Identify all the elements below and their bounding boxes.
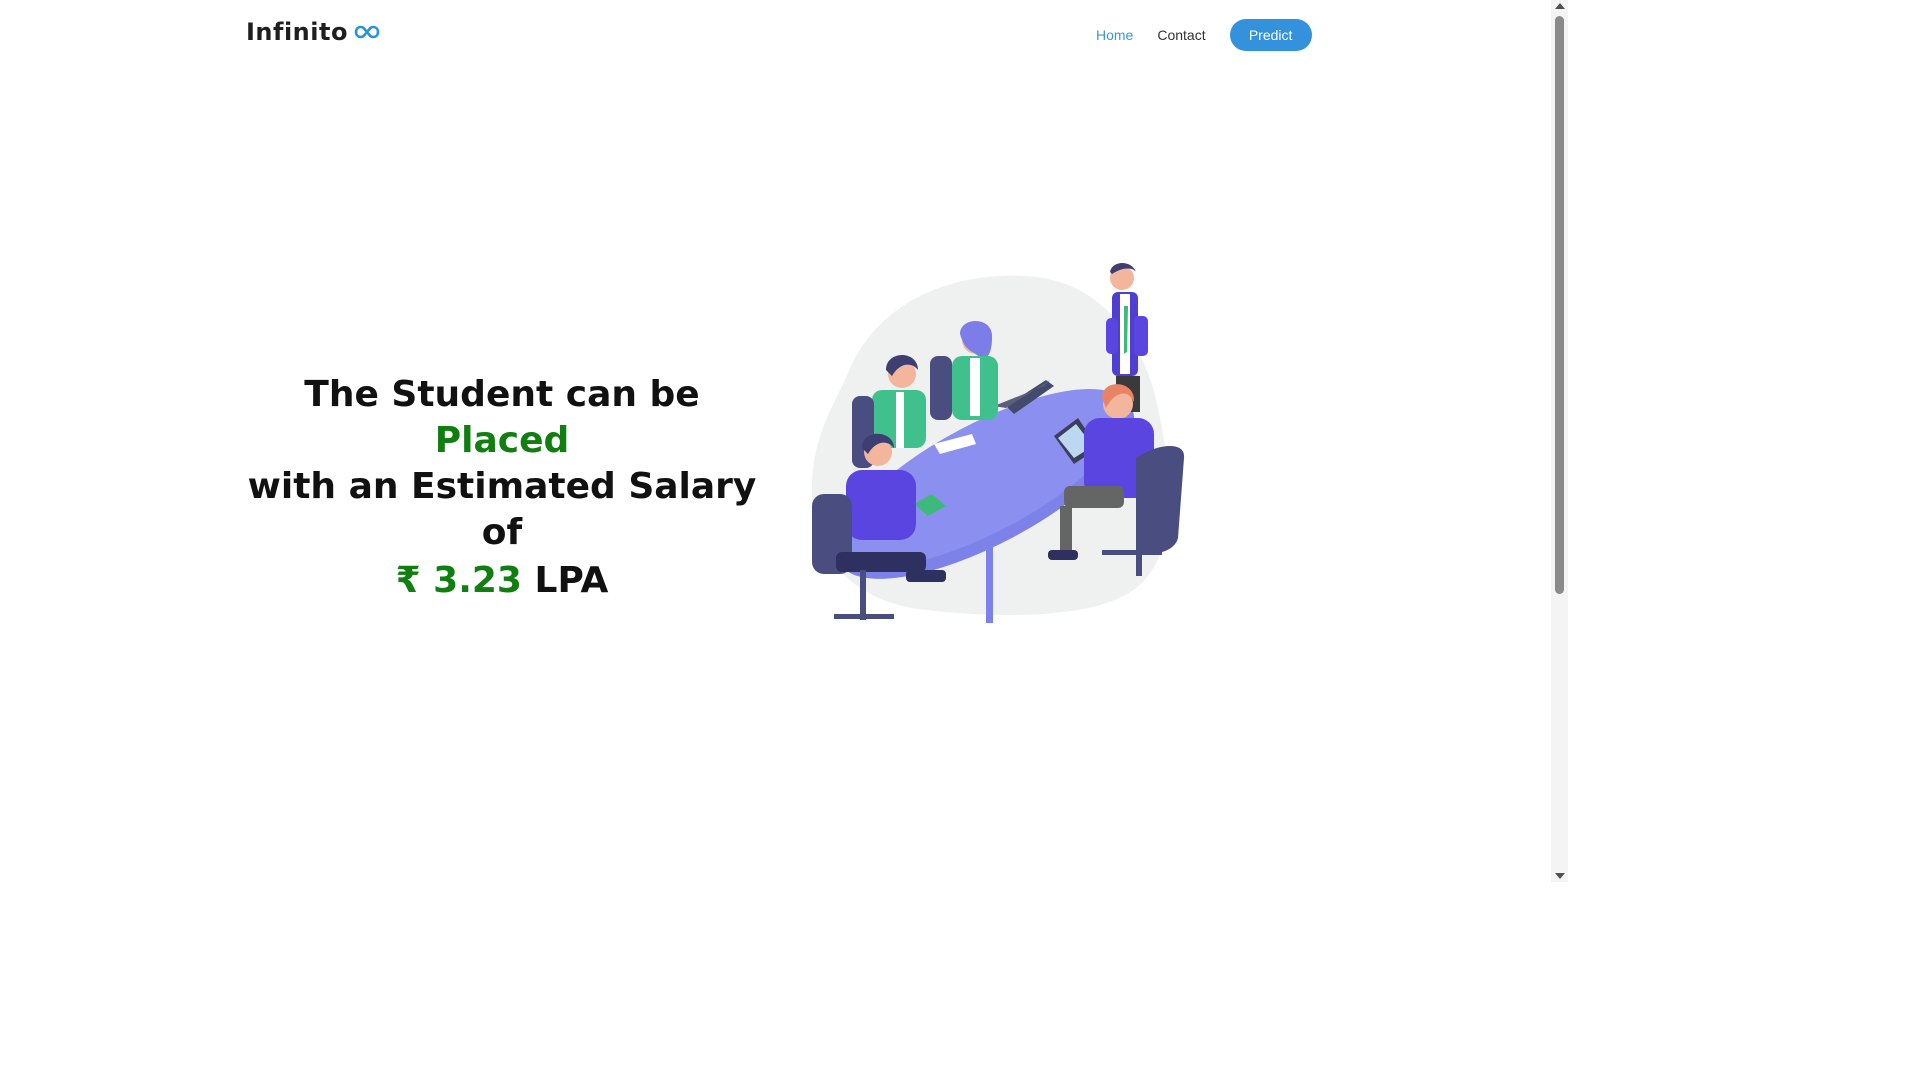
salary-unit: LPA (521, 560, 609, 601)
result-line-1: The Student can be Placed (236, 372, 768, 464)
prediction-result: The Student can be Placed with an Estima… (236, 372, 768, 604)
team-meeting-illustration (806, 258, 1190, 630)
logo-text: Infinito (246, 18, 348, 46)
logo[interactable]: Infinito (246, 18, 380, 46)
predict-button[interactable]: Predict (1229, 19, 1312, 51)
result-line-2: with an Estimated Salary of (247, 466, 757, 553)
placement-status: Placed (434, 420, 570, 461)
result-prefix: The Student can be (304, 374, 700, 415)
header: Infinito Home Contact Predict (0, 0, 1551, 70)
salary-value: ₹ 3.23 (395, 560, 522, 601)
main-nav: Home Contact Predict (1096, 19, 1312, 51)
vertical-scrollbar[interactable] (1551, 0, 1568, 882)
page: Infinito Home Contact Predict The Studen… (0, 0, 1568, 882)
scrollbar-thumb[interactable] (1555, 16, 1564, 594)
infinity-icon (354, 25, 380, 39)
nav-home-link[interactable]: Home (1096, 27, 1133, 43)
scroll-down-arrow-icon[interactable] (1555, 873, 1565, 879)
result-line-3: ₹ 3.23 LPA (236, 558, 768, 604)
nav-contact-link[interactable]: Contact (1157, 27, 1205, 43)
scroll-up-arrow-icon[interactable] (1555, 3, 1565, 9)
